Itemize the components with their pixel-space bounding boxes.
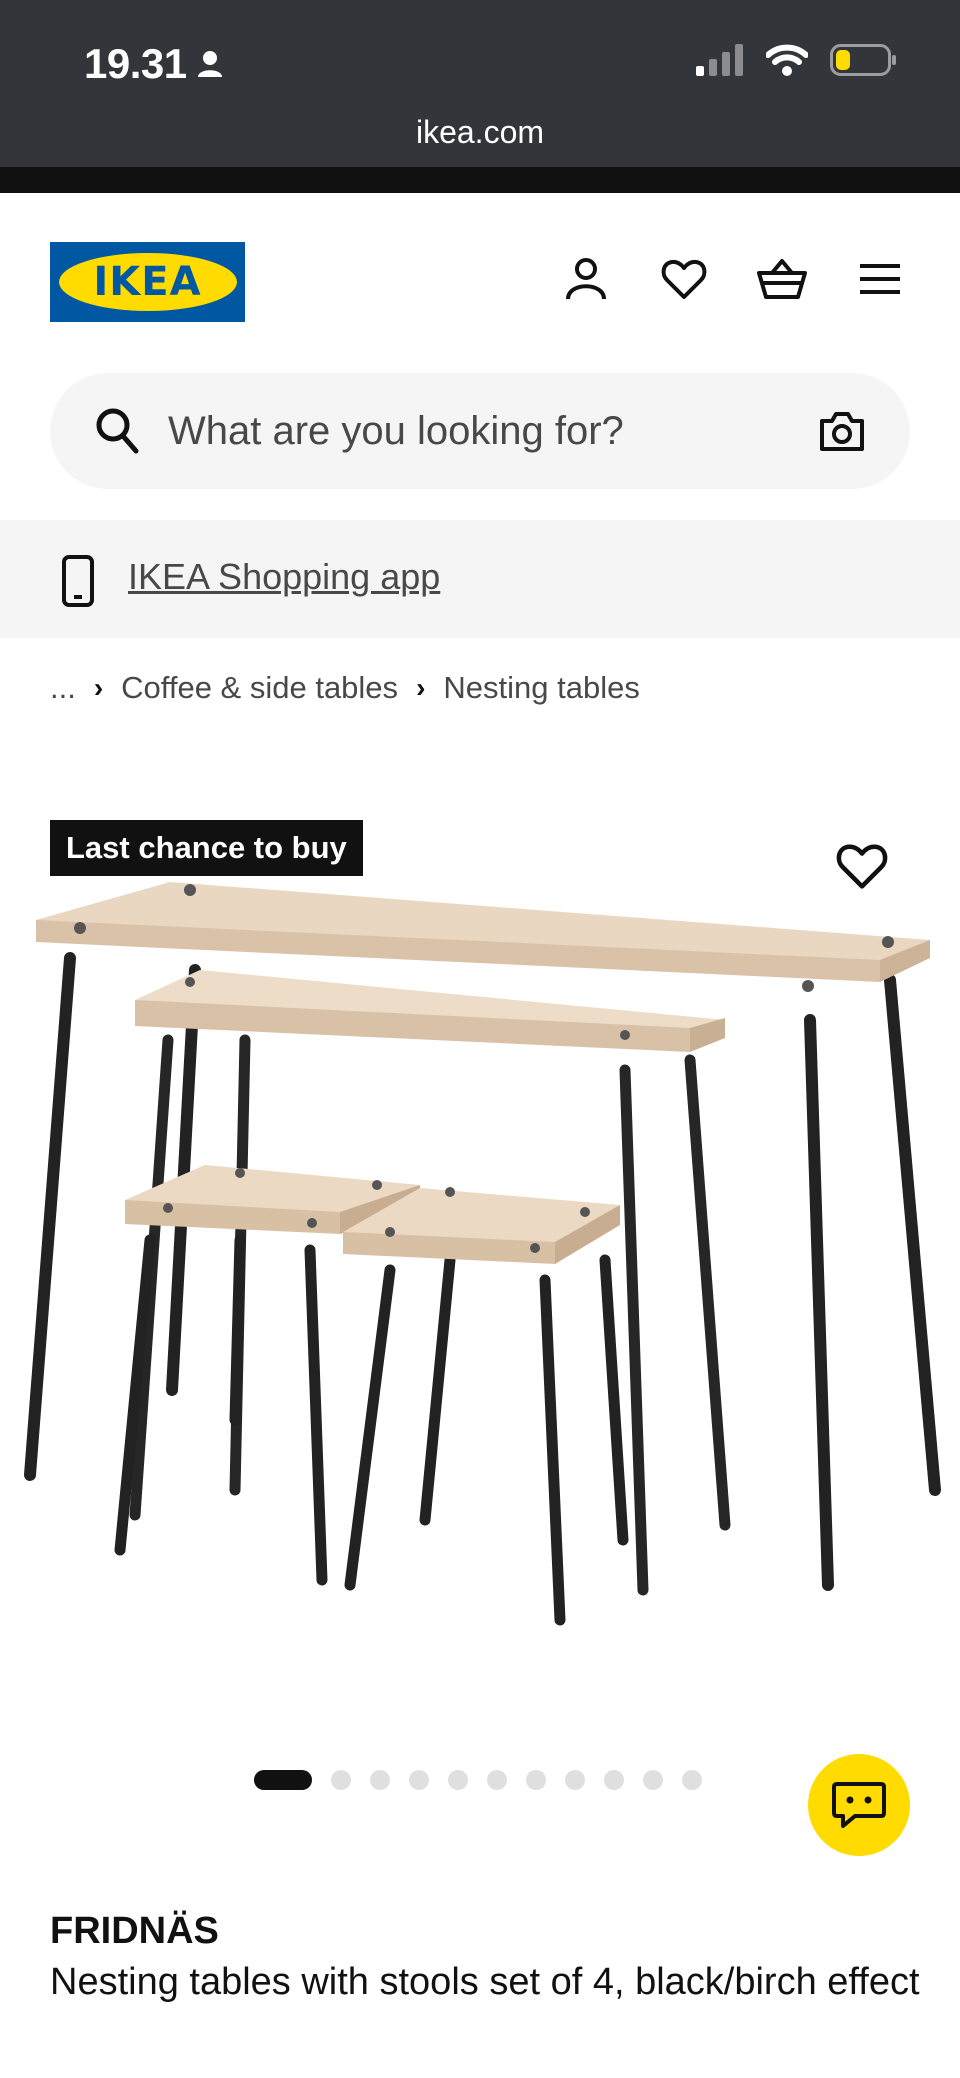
product-image[interactable]: [0, 860, 960, 1660]
breadcrumb-nesting-tables[interactable]: Nesting tables: [443, 670, 639, 706]
search-icon: [96, 408, 139, 454]
carousel-dot-11[interactable]: [682, 1770, 702, 1790]
add-to-favourites-heart-icon[interactable]: [836, 840, 888, 892]
search-input[interactable]: [168, 373, 808, 489]
search-bar: [50, 373, 910, 489]
smartphone-icon: [62, 555, 94, 607]
logo-oval: IKEA: [58, 253, 237, 311]
carousel-dot-9[interactable]: [604, 1770, 624, 1790]
profile-icon: [566, 258, 606, 300]
menu-icon: [860, 264, 900, 294]
favourites-button[interactable]: [658, 253, 710, 305]
product-name: FRIDNÄS: [50, 1910, 219, 1952]
profile-button[interactable]: [560, 253, 612, 305]
ikea-logo[interactable]: IKEA: [50, 242, 245, 322]
heart-icon: [661, 259, 707, 299]
camera-search-icon[interactable]: [818, 409, 866, 453]
app-banner: IKEA Shopping app: [0, 520, 960, 638]
carousel-dot-4[interactable]: [409, 1770, 429, 1790]
status-time-text: 19.31: [84, 40, 187, 87]
chat-icon: [832, 1782, 886, 1828]
person-icon: [197, 51, 222, 77]
breadcrumb-coffee-side-tables[interactable]: Coffee & side tables: [121, 670, 398, 706]
carousel-dot-2[interactable]: [331, 1770, 351, 1790]
product-description: Nesting tables with stools set of 4, bla…: [50, 1961, 920, 2003]
browser-divider: [0, 167, 960, 193]
header-icons: [560, 253, 906, 305]
wifi-icon: [766, 44, 808, 76]
status-time: 19.31: [84, 40, 223, 88]
carousel-dot-5[interactable]: [448, 1770, 468, 1790]
chevron-right-icon: ›: [416, 672, 426, 703]
browser-status-bar: 19.31 ikea.com: [0, 0, 960, 167]
carousel-dot-7[interactable]: [526, 1770, 546, 1790]
chat-button[interactable]: [808, 1754, 910, 1856]
carousel-dot-1[interactable]: [254, 1770, 312, 1790]
battery-icon: [830, 44, 896, 76]
logo-text: IKEA: [93, 259, 202, 305]
chevron-right-icon: ›: [93, 672, 104, 703]
url-bar[interactable]: ikea.com: [0, 114, 960, 151]
breadcrumb-ellipsis[interactable]: ...: [50, 670, 76, 706]
image-carousel-dots: [254, 1770, 702, 1790]
carousel-dot-8[interactable]: [565, 1770, 585, 1790]
carousel-dot-3[interactable]: [370, 1770, 390, 1790]
menu-button[interactable]: [854, 253, 906, 305]
carousel-dot-10[interactable]: [643, 1770, 663, 1790]
breadcrumb: ... › Coffee & side tables › Nesting tab…: [50, 670, 640, 706]
site-header: IKEA: [0, 193, 960, 363]
basket-button[interactable]: [756, 253, 808, 305]
last-chance-badge: Last chance to buy: [50, 820, 363, 876]
status-icons: [696, 44, 896, 76]
carousel-dot-6[interactable]: [487, 1770, 507, 1790]
shopping-app-link[interactable]: IKEA Shopping app: [128, 556, 440, 598]
signal-icon: [696, 44, 743, 76]
basket-icon: [757, 259, 807, 299]
